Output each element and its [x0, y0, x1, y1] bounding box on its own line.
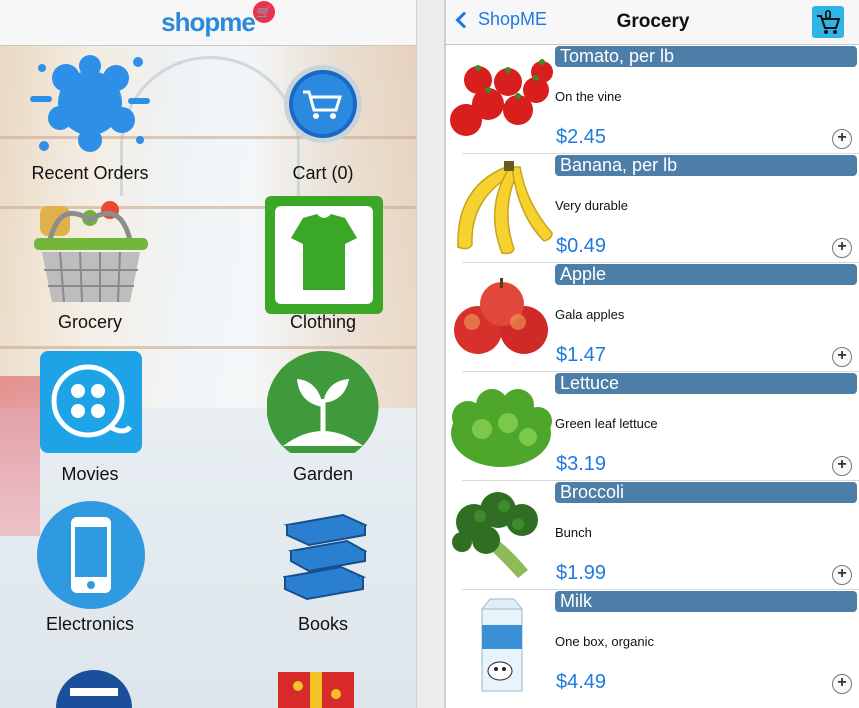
lettuce-image: [451, 389, 552, 467]
partial-gift-icon: [278, 672, 354, 708]
banana-image: [457, 161, 553, 255]
apple-image: [454, 278, 548, 354]
tile-label: Clothing: [289, 312, 357, 332]
product-price: $1.47: [556, 344, 607, 366]
product-row-banana[interactable]: Banana, per lb Very durable $0.49 +: [446, 154, 859, 263]
film-reel-icon: [40, 351, 142, 453]
paint-splash-icon: [30, 55, 150, 152]
tile-garden[interactable]: Garden: [233, 351, 413, 496]
tile-label: Movies: [61, 464, 119, 484]
add-to-cart-button[interactable]: +: [832, 129, 852, 149]
product-name: Lettuce: [555, 373, 857, 394]
product-name: Banana, per lb: [555, 155, 857, 176]
add-to-cart-button[interactable]: +: [832, 565, 852, 585]
tile-label: Recent Orders: [31, 163, 149, 183]
cart-icon: [284, 65, 362, 143]
tile-clothing[interactable]: Clothing: [233, 194, 413, 339]
tshirt-icon: [265, 196, 383, 314]
sprout-icon: [267, 351, 379, 453]
product-row-lettuce[interactable]: Lettuce Green leaf lettuce $3.19 +: [446, 372, 859, 481]
screen-divider: [416, 0, 445, 708]
product-price: $2.45: [556, 126, 607, 148]
tile-label: Cart (0): [292, 163, 354, 183]
tile-books[interactable]: Books: [233, 501, 413, 646]
nav-bar: ShopME Grocery 0: [446, 0, 859, 45]
add-to-cart-button[interactable]: +: [832, 674, 852, 694]
broccoli-image: [452, 492, 538, 578]
tile-label: Grocery: [57, 312, 122, 332]
shopme-logo: shopme 🛒: [161, 1, 275, 38]
product-price: $0.49: [556, 235, 607, 257]
product-name: Milk: [555, 591, 857, 612]
product-row-apple[interactable]: Apple Gala apples $1.47 +: [446, 263, 859, 372]
page-title: Grocery: [616, 11, 690, 32]
grocery-screen: ShopME Grocery 0 Tomato, per lb On the v…: [445, 0, 859, 708]
home-header: shopme 🛒: [0, 0, 416, 46]
product-description: Very durable: [555, 198, 628, 213]
tile-cart[interactable]: Cart (0): [233, 46, 413, 191]
add-to-cart-button[interactable]: +: [832, 456, 852, 476]
tile-electronics[interactable]: Electronics: [0, 501, 180, 646]
category-menu: Recent Orders Cart (0) Grocery Clothing …: [0, 46, 416, 708]
add-to-cart-button[interactable]: +: [832, 238, 852, 258]
home-screen: shopme 🛒 Recent Orders Cart (0) Grocery …: [0, 0, 416, 708]
milk-carton-image: [480, 598, 524, 692]
books-icon: [283, 513, 367, 601]
product-name: Apple: [555, 264, 857, 285]
product-price: $3.19: [556, 453, 607, 475]
logo-cart-icon: 🛒: [252, 1, 275, 23]
product-description: Green leaf lettuce: [555, 416, 658, 431]
phone-icon: [37, 501, 145, 609]
tile-recent-orders[interactable]: Recent Orders: [0, 46, 180, 191]
tile-label: Books: [297, 614, 349, 634]
tile-label: Electronics: [45, 614, 135, 634]
add-to-cart-button[interactable]: +: [832, 347, 852, 367]
tomato-image: [450, 59, 553, 136]
tile-grocery[interactable]: Grocery: [0, 194, 180, 339]
product-row-broccoli[interactable]: Broccoli Bunch $1.99 +: [446, 481, 859, 590]
product-row-milk[interactable]: Milk One box, organic $4.49 +: [446, 590, 859, 699]
cart-count-badge: 0: [824, 7, 832, 22]
product-description: Gala apples: [555, 307, 625, 322]
grocery-basket-icon: [34, 201, 148, 303]
product-description: On the vine: [555, 89, 622, 104]
cart-button[interactable]: 0: [812, 6, 844, 38]
tile-label: Garden: [292, 464, 354, 484]
product-description: One box, organic: [555, 634, 655, 649]
product-price: $1.99: [556, 562, 607, 584]
tile-movies[interactable]: Movies: [0, 351, 180, 496]
partial-category-icon: [56, 670, 132, 708]
product-name: Tomato, per lb: [555, 46, 857, 67]
product-row-tomato[interactable]: Tomato, per lb On the vine $2.45 +: [446, 45, 859, 154]
product-name: Broccoli: [555, 482, 857, 503]
product-description: Bunch: [555, 525, 592, 540]
product-price: $4.49: [556, 671, 607, 693]
